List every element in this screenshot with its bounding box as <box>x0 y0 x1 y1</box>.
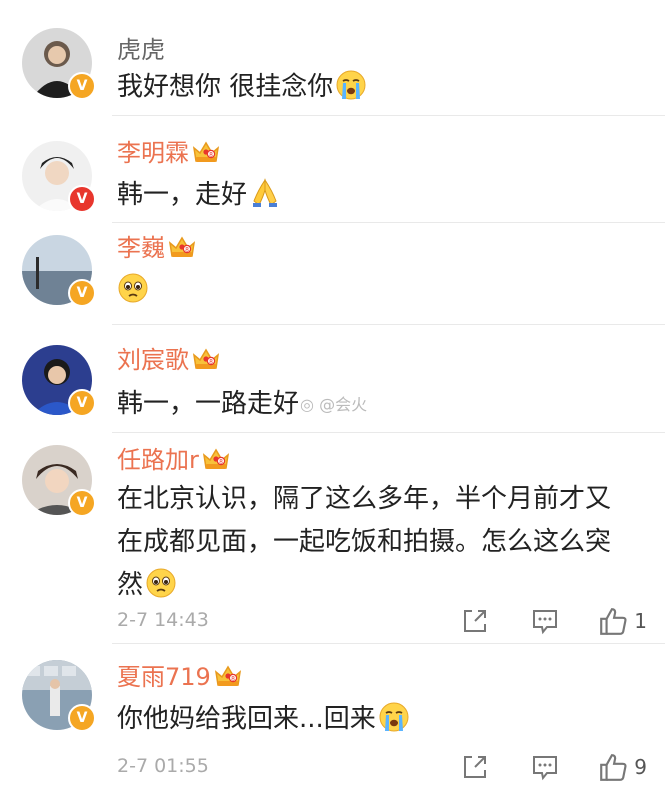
commenter-name[interactable]: 李明霖 <box>117 138 221 168</box>
avatar[interactable]: V <box>22 235 96 307</box>
verified-badge-icon: V <box>68 72 96 100</box>
like-count: 9 <box>634 755 647 779</box>
like-button[interactable]: 1 <box>598 604 647 638</box>
comment-actions: 9 <box>422 750 647 784</box>
crown-icon <box>201 446 231 472</box>
verified-badge-icon: V <box>68 279 96 307</box>
watermark: ◎ @会火 <box>300 395 368 414</box>
comment-item: V 刘宸歌 韩一，一路走好 ◎ @会火 <box>0 325 665 431</box>
commenter-name[interactable]: 李巍 <box>117 233 197 263</box>
crying-emoji <box>378 701 410 733</box>
comment-text-line: 在北京认识，隔了这么多年，半个月前才又 <box>117 484 612 514</box>
pray-emoji <box>249 177 281 209</box>
commenter-name[interactable]: 刘宸歌 <box>117 345 221 375</box>
crown-icon <box>167 234 197 260</box>
crown-icon <box>191 139 221 165</box>
comment-text: 韩一，走好 <box>117 174 635 217</box>
avatar[interactable]: V <box>22 345 96 417</box>
comment-time: 2-7 14:43 <box>117 609 209 631</box>
comment-icon <box>531 753 559 781</box>
share-button[interactable] <box>458 604 492 638</box>
comment-item: V 夏雨719 你他妈给我回来...回来 2-7 01:55 9 <box>0 644 665 785</box>
comment-icon <box>531 607 559 635</box>
comment-item: V 李明霖 韩一，走好 <box>0 116 665 226</box>
comment-text: 韩一，一路走好 <box>117 389 300 419</box>
commenter-name[interactable]: 夏雨719 <box>117 662 243 692</box>
like-count: 1 <box>634 609 647 633</box>
crown-icon <box>191 346 221 372</box>
commenter-name[interactable]: 虎虎 <box>117 35 165 65</box>
comment-time: 2-7 01:55 <box>117 755 209 777</box>
sad-emoji <box>117 272 149 304</box>
comment-item: V 任路加r 在北京认识，隔了这么多年，半个月前才又 在成都见面，一起吃饭和拍摄… <box>0 433 665 643</box>
like-icon <box>598 752 628 782</box>
crying-emoji <box>335 69 367 101</box>
comment-text: 你他妈给我回来...回来 <box>117 698 635 741</box>
like-button[interactable]: 9 <box>598 750 647 784</box>
commenter-name[interactable]: 任路加r <box>117 445 231 475</box>
verified-badge-icon: V <box>68 704 96 732</box>
reply-button[interactable] <box>528 604 562 638</box>
verified-badge-icon: V <box>68 185 96 213</box>
comment-actions: 1 <box>422 604 647 638</box>
avatar[interactable]: V <box>22 660 96 732</box>
avatar[interactable]: V <box>22 445 96 517</box>
comment-text-line: 在成都见面，一起吃饭和拍摄。怎么这么突 <box>117 527 612 557</box>
comment-item: V 虎虎 我好想你 很挂念你 <box>0 0 665 115</box>
share-icon <box>461 753 489 781</box>
sad-emoji <box>145 567 177 599</box>
comment-text-line: 然 <box>117 564 635 607</box>
like-icon <box>598 606 628 636</box>
verified-badge-icon: V <box>68 489 96 517</box>
crown-icon <box>213 663 243 689</box>
avatar[interactable]: V <box>22 141 96 213</box>
comment-item: V 李巍 <box>0 223 665 325</box>
share-icon <box>461 607 489 635</box>
weibo-logo-icon: ◎ <box>300 395 314 414</box>
reply-button[interactable] <box>528 750 562 784</box>
comment-text: 我好想你 很挂念你 <box>117 66 635 109</box>
verified-badge-icon: V <box>68 389 96 417</box>
avatar[interactable]: V <box>22 28 96 100</box>
share-button[interactable] <box>458 750 492 784</box>
comment-text: 在北京认识，隔了这么多年，半个月前才又 在成都见面，一起吃饭和拍摄。怎么这么突 … <box>117 478 635 607</box>
comment-text <box>117 269 635 312</box>
